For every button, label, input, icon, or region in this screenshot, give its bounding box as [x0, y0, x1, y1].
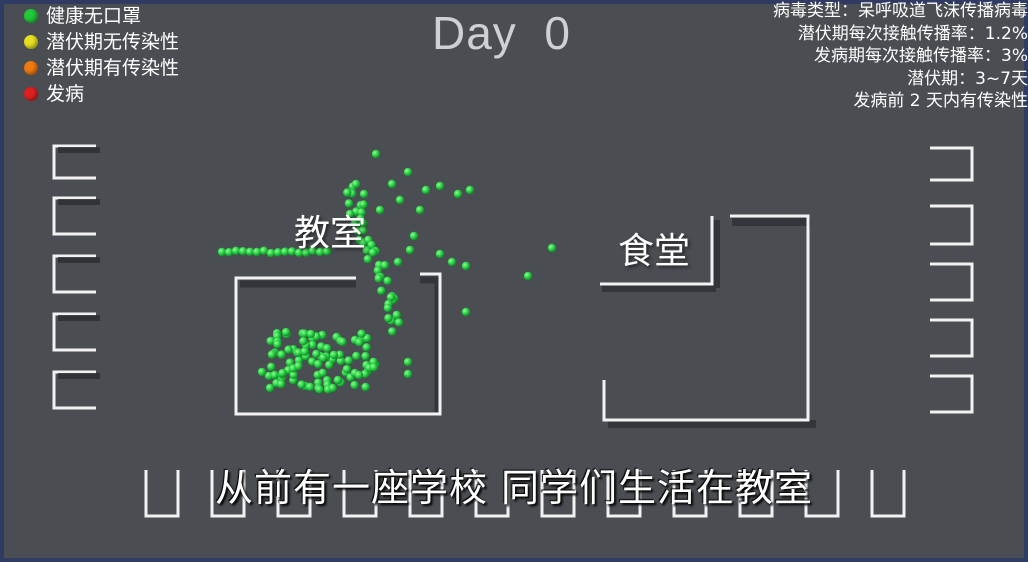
legend-item-latent-noninfectious: 潜伏期无传染性 — [24, 29, 179, 55]
canteen-label: 食堂 — [618, 231, 691, 272]
onset-transmission-rate-text: 发病期每次接触传播率：3% — [814, 46, 1028, 66]
pre-onset-infectious-text: 发病前 2 天内有传染性 — [853, 91, 1028, 111]
day-label: Day — [432, 7, 517, 59]
legend-label: 发病 — [46, 83, 85, 105]
day-value: 0 — [544, 7, 571, 59]
classroom-label: 教室 — [294, 213, 367, 254]
legend-item-healthy: 健康无口罩 — [24, 3, 179, 29]
virus-info-panel: 病毒类型：呆呼吸道飞沫传播病毒 潜伏期每次接触传播率：1.2% 发病期每次接触传… — [708, 0, 1028, 113]
day-counter: Day 0 — [432, 6, 571, 60]
subtitle-caption: 从前有一座学校 同学们生活在教室 — [214, 466, 814, 510]
legend: 健康无口罩 潜伏期无传染性 潜伏期有传染性 发病 — [24, 3, 179, 107]
legend-label: 潜伏期有传染性 — [46, 57, 180, 79]
legend-item-sick: 发病 — [24, 81, 179, 107]
latent-dot-icon — [24, 35, 38, 49]
virus-type-text: 病毒类型：呆呼吸道飞沫传播病毒 — [773, 1, 1028, 21]
latent-transmission-rate-text: 潜伏期每次接触传播率：1.2% — [797, 23, 1028, 44]
latent-period-text: 潜伏期：3~7天 — [907, 68, 1028, 89]
legend-label: 潜伏期无传染性 — [46, 31, 180, 53]
legend-item-latent-infectious: 潜伏期有传染性 — [24, 55, 179, 81]
infectious-dot-icon — [24, 61, 38, 75]
legend-label: 健康无口罩 — [46, 5, 142, 27]
sick-dot-icon — [24, 87, 38, 101]
healthy-dot-icon — [24, 9, 38, 23]
